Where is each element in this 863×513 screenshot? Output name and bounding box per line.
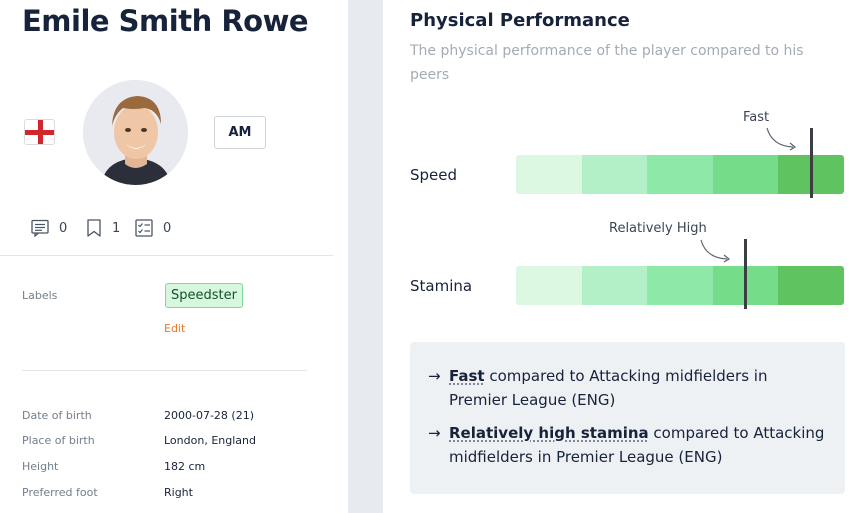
section-subtitle: The physical performance of the player c…	[410, 43, 804, 83]
curved-arrow-icon	[766, 127, 797, 151]
bookmarks-counter[interactable]: 1	[86, 219, 120, 237]
bookmarks-count: 1	[112, 220, 121, 236]
bar-segment	[516, 266, 582, 305]
stamina-bar	[516, 266, 844, 305]
player-name: Emile Smith Rowe	[22, 4, 309, 38]
birthplace-value: London, England	[164, 434, 256, 447]
panel-gap	[348, 0, 383, 513]
edit-labels-link[interactable]: Edit	[164, 322, 185, 335]
bar-segment	[516, 155, 582, 194]
bar-segment	[778, 266, 844, 305]
performance-summary: → Fast compared to Attacking midfielders…	[410, 342, 845, 494]
bar-segment	[581, 266, 648, 305]
england-flag-icon	[24, 119, 55, 145]
preferred-foot-value: Right	[164, 486, 193, 499]
bookmark-icon	[87, 219, 101, 237]
speed-bar	[516, 155, 844, 194]
dob-label: Date of birth	[22, 409, 92, 422]
bar-segment	[712, 155, 779, 194]
height-value: 182 cm	[164, 460, 206, 473]
checklists-counter[interactable]: 0	[135, 219, 171, 237]
labels-heading: Labels	[22, 289, 58, 302]
bar-segment	[647, 155, 713, 194]
player-avatar	[83, 80, 188, 185]
summary-text: compared to Attacking midfielders in Pre…	[449, 367, 768, 409]
arrow-right-icon: →	[428, 424, 441, 442]
summary-strong: Fast	[449, 367, 485, 385]
summary-item-speed: → Fast compared to Attacking midfielders…	[428, 364, 828, 412]
comment-icon	[31, 219, 49, 237]
speedster-tag: Speedster	[165, 283, 243, 308]
bar-segment	[581, 155, 648, 194]
speed-label: Speed	[410, 166, 458, 184]
dob-value: 2000-07-28 (21)	[164, 409, 255, 422]
birthplace-label: Place of birth	[22, 434, 95, 447]
comments-counter[interactable]: 0	[31, 219, 67, 237]
bar-segment	[647, 266, 713, 305]
preferred-foot-label: Preferred foot	[22, 486, 98, 499]
position-badge: AM	[214, 116, 266, 149]
section-title: Physical Performance	[410, 10, 630, 31]
stamina-marker	[744, 239, 748, 309]
speed-rating-label: Fast	[743, 110, 770, 125]
curved-arrow-icon	[700, 239, 731, 263]
checklist-icon	[135, 219, 153, 237]
divider	[22, 370, 307, 371]
arrow-right-icon: →	[428, 367, 441, 385]
stamina-label: Stamina	[410, 277, 473, 295]
height-label: Height	[22, 460, 59, 473]
comments-count: 0	[59, 220, 68, 236]
stamina-rating-label: Relatively High	[609, 221, 707, 236]
checklists-count: 0	[163, 220, 172, 236]
summary-strong: Relatively high stamina	[449, 424, 649, 442]
speed-marker	[810, 128, 814, 198]
divider	[0, 255, 333, 256]
summary-item-stamina: → Relatively high stamina compared to At…	[428, 421, 828, 469]
